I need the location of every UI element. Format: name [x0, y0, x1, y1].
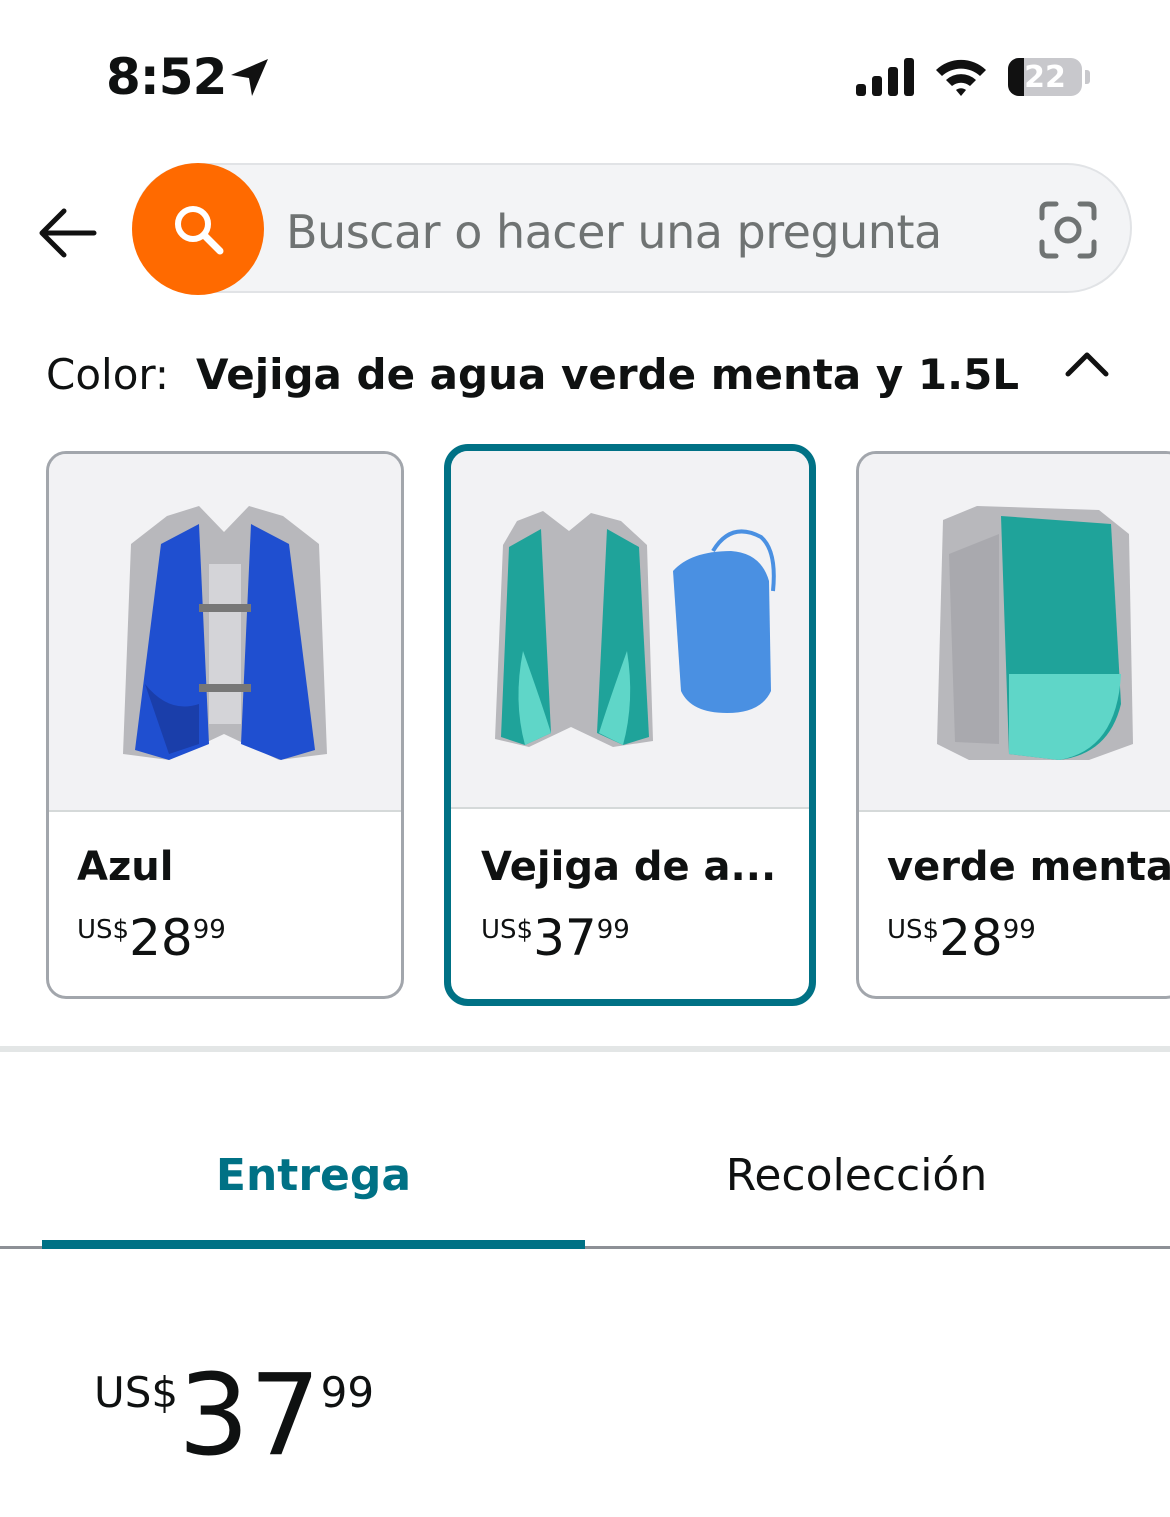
- product-image: [859, 454, 1170, 812]
- product-image: [451, 451, 809, 809]
- tab-label: Entrega: [215, 1150, 412, 1201]
- color-label: Color:: [46, 350, 170, 399]
- battery-icon: 22: [1008, 58, 1082, 96]
- color-option-vejiga-de-agua[interactable]: Vejiga de a... US$3799: [444, 444, 816, 1006]
- option-name: Azul: [77, 844, 174, 890]
- option-price: US$2899: [887, 909, 1036, 967]
- product-image: [49, 454, 401, 812]
- vest-blue-image: [123, 506, 327, 760]
- status-time: 8:52: [106, 48, 227, 106]
- tab-entrega[interactable]: Entrega: [42, 1110, 585, 1250]
- tab-label: Recolección: [725, 1150, 988, 1201]
- search-icon: [175, 206, 224, 255]
- active-tab-indicator: [42, 1240, 585, 1249]
- product-price: US$3799: [94, 1351, 375, 1481]
- back-arrow-icon[interactable]: [34, 200, 100, 266]
- option-price: US$2899: [77, 909, 226, 967]
- color-option-azul[interactable]: Azul US$2899: [46, 451, 404, 999]
- tab-recoleccion[interactable]: Recolección: [585, 1110, 1128, 1250]
- search-input[interactable]: Buscar o hacer una pregunta: [286, 205, 942, 259]
- section-divider: [0, 1046, 1170, 1052]
- option-name: verde menta: [887, 844, 1170, 890]
- battery-cap: [1085, 70, 1090, 84]
- search-button[interactable]: [132, 163, 264, 295]
- option-price: US$3799: [481, 909, 630, 967]
- color-option-verde-menta[interactable]: verde menta US$2899: [856, 451, 1170, 999]
- selected-color-value: Vejiga de agua verde menta y 1.5L: [196, 350, 1020, 399]
- chevron-up-icon[interactable]: [1062, 344, 1112, 384]
- location-arrow-icon: [231, 59, 268, 96]
- battery-level: 22: [1024, 60, 1066, 95]
- option-name: Vejiga de a...: [481, 844, 777, 890]
- wifi-icon: [936, 59, 986, 96]
- cellular-signal-icon: [856, 58, 914, 96]
- vest-mint-image: [937, 506, 1133, 760]
- camera-search-icon[interactable]: [1038, 200, 1098, 260]
- vest-mint-with-bladder-image: [495, 511, 776, 747]
